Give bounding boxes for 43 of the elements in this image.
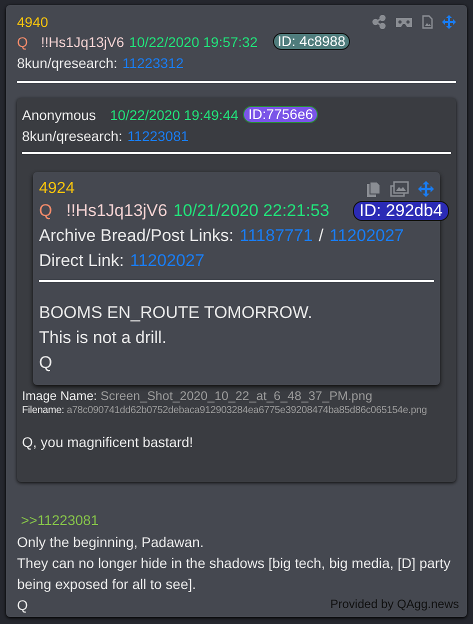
copy-icon[interactable] [366, 180, 381, 198]
tripcode: !!Hs1Jq13jV6 [40, 34, 124, 50]
board-label: 8kun/qresearch: [17, 54, 118, 70]
images-icon[interactable] [390, 181, 409, 197]
move-icon[interactable] [442, 15, 456, 29]
credit-text: Provided by QAgg.news [330, 597, 459, 611]
post-number: 4940 [17, 14, 48, 30]
id-badge: ID: 4c8988 [272, 33, 350, 50]
post-text: Q [39, 352, 52, 374]
author-name: Q [17, 34, 28, 50]
separator: / [318, 226, 324, 246]
timestamp: 10/22/2020 19:49:44 [110, 106, 238, 122]
document-image-icon[interactable] [422, 15, 433, 29]
author-name: Q [39, 200, 52, 220]
archive-label: Archive Bread/Post Links: [39, 226, 234, 246]
id-badge: ID: 292db4 [353, 200, 449, 220]
post-text: They can no longer hide in the shadows [big tech, big media, [D] party being exposed for all to see]. [17, 554, 452, 594]
direct-link-label: Direct Link: [39, 250, 124, 270]
post-text: This is not a drill. [39, 327, 167, 349]
move-icon[interactable] [418, 181, 434, 197]
id-badge: ID:7756e6 [243, 106, 318, 123]
post-text: BOOMS EN_ROUTE TOMORROW. [39, 302, 312, 324]
direct-link[interactable]: 11202027 [130, 250, 204, 270]
post-number: 4924 [39, 180, 75, 198]
post-text: Q [17, 596, 28, 615]
filename-label: Filename: [22, 405, 64, 416]
share-icon[interactable] [372, 15, 386, 29]
image-name-label: Image Name: [22, 389, 98, 403]
goggles-icon[interactable] [395, 16, 413, 28]
reply-link[interactable]: >>11223081 [21, 510, 456, 531]
timestamp: 10/22/2020 19:57:32 [129, 34, 258, 50]
author-name: Anonymous [22, 106, 96, 122]
timestamp: 10/21/2020 22:21:53 [173, 200, 330, 220]
post-link[interactable]: 11223081 [127, 128, 189, 144]
post-link[interactable]: 11223312 [122, 54, 184, 70]
filename: a78c090741dd62b0752debaca912903284ea6775e39208474ba85d86c065154e.png [66, 405, 427, 416]
tripcode: !!Hs1Jq13jV6 [66, 200, 168, 220]
post-text: Q, you magnificent bastard! [22, 434, 194, 450]
post-text: Only the beginning, Padawan. [17, 533, 204, 552]
archive-link[interactable]: 11202027 [330, 226, 404, 246]
image-name: Screen_Shot_2020_10_22_at_6_48_37_PM.png [100, 389, 372, 403]
board-label: 8kun/qresearch: [22, 128, 122, 144]
archive-link[interactable]: 11187771 [240, 226, 313, 246]
